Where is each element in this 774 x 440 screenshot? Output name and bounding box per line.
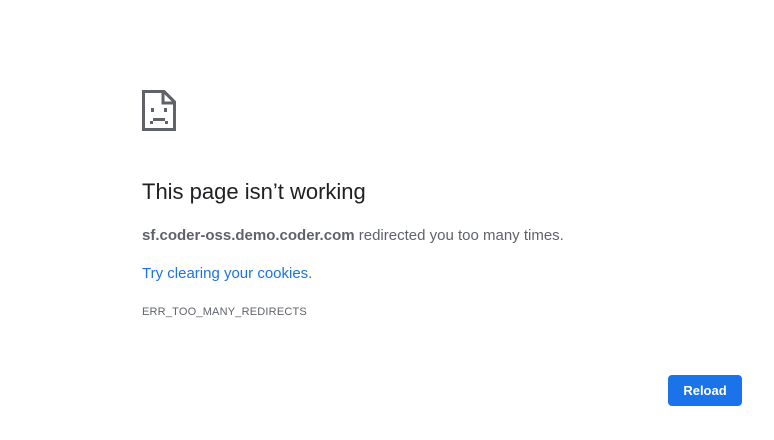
error-message: sf.coder-oss.demo.coder.com redirected y… (142, 226, 564, 246)
sad-page-icon (142, 90, 176, 131)
error-title: This page isn’t working (142, 179, 366, 204)
suggestion-period: . (308, 265, 313, 282)
reload-button[interactable]: Reload (668, 375, 742, 406)
error-code: ERR_TOO_MANY_REDIRECTS (142, 306, 307, 318)
error-message-text: redirected you too many times. (354, 227, 564, 244)
error-page: This page isn’t working sf.coder-oss.dem… (0, 0, 774, 440)
error-host: sf.coder-oss.demo.coder.com (142, 227, 355, 244)
error-suggestion: Try clearing your cookies. (142, 264, 312, 284)
clear-cookies-link[interactable]: Try clearing your cookies (142, 265, 308, 282)
